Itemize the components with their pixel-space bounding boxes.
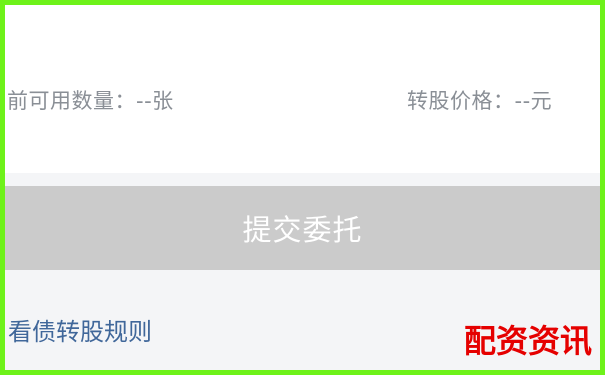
conversion-rules-link[interactable]: 看债转股规则 (8, 312, 152, 347)
info-panel: 前可用数量：--张 转股价格：--元 (5, 5, 600, 173)
available-quantity-text: 前可用数量：--张 (7, 89, 174, 113)
conversion-price-text: 转股价格：--元 (407, 89, 553, 113)
watermark-text: 配资资讯 (463, 322, 592, 360)
submit-order-button[interactable]: 提交委托 (5, 186, 600, 270)
info-row: 前可用数量：--张 转股价格：--元 (5, 73, 600, 121)
conversion-screen: 前可用数量：--张 转股价格：--元 提交委托 看债转股规则 配资资讯 (5, 5, 600, 370)
